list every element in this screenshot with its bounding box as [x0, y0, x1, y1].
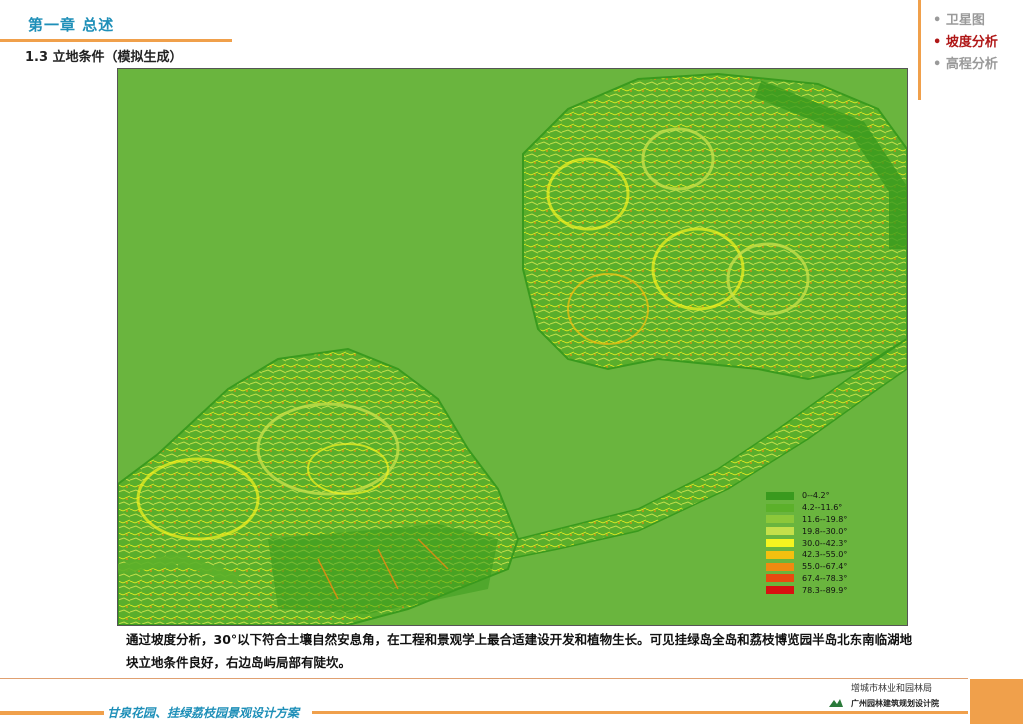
legend-swatch	[766, 539, 794, 548]
chapter-underline	[0, 39, 232, 42]
legend-swatch	[766, 527, 794, 536]
slope-legend: 0--4.2° 4.2--11.6° 11.6--19.8° 19.8--30.…	[766, 490, 847, 596]
legend-label: 55.0--67.4°	[802, 562, 848, 572]
legend-label: 78.3--89.9°	[802, 585, 848, 595]
footer-design-org: 广州园林建筑规划设计院	[851, 699, 939, 708]
legend-label: 67.4--78.3°	[802, 573, 848, 583]
legend-row: 4.2--11.6°	[766, 502, 847, 514]
legend-swatch	[766, 574, 794, 583]
legend-row: 30.0--42.3°	[766, 537, 847, 549]
slope-map: 0--4.2° 4.2--11.6° 11.6--19.8° 19.8--30.…	[117, 68, 908, 626]
legend-label: 19.8--30.0°	[802, 526, 848, 536]
legend-swatch	[766, 503, 794, 512]
footer-project-title: 甘泉花园、挂绿荔枝园景观设计方案	[107, 706, 300, 720]
footer-corner-block	[970, 679, 1023, 724]
analysis-caption: 通过坡度分析，30°以下符合土壤自然安息角，在工程和景观学上最合适建设开发和植物…	[126, 632, 913, 670]
legend-label: 0--4.2°	[802, 491, 830, 501]
legend-row: 55.0--67.4°	[766, 561, 847, 573]
legend-row: 11.6--19.8°	[766, 514, 847, 526]
side-nav: • 卫星图 • 坡度分析 • 高程分析	[933, 10, 1013, 76]
legend-swatch	[766, 515, 794, 524]
footer-accent-bar	[312, 711, 968, 714]
legend-row: 19.8--30.0°	[766, 525, 847, 537]
nav-divider	[918, 0, 921, 100]
nav-item-satellite[interactable]: • 卫星图	[933, 10, 1013, 32]
nav-item-slope[interactable]: • 坡度分析	[933, 32, 1013, 54]
section-title: 1.3 立地条件（模拟生成）	[25, 50, 183, 65]
legend-row: 42.3--55.0°	[766, 549, 847, 561]
legend-label: 11.6--19.8°	[802, 514, 848, 524]
footer-accent-left	[0, 711, 104, 715]
chapter-title: 第一章 总述	[28, 16, 115, 34]
legend-swatch	[766, 491, 794, 500]
legend-swatch	[766, 550, 794, 559]
legend-swatch	[766, 562, 794, 571]
legend-label: 42.3--55.0°	[802, 550, 848, 560]
nav-item-elevation[interactable]: • 高程分析	[933, 54, 1013, 76]
institute-logo-icon	[829, 699, 843, 707]
footer-divider	[0, 678, 968, 679]
legend-row: 78.3--89.9°	[766, 584, 847, 596]
legend-swatch	[766, 586, 794, 595]
legend-row: 0--4.2°	[766, 490, 847, 502]
footer-client-org: 增城市林业和园林局	[851, 684, 933, 694]
legend-label: 30.0--42.3°	[802, 538, 848, 548]
legend-label: 4.2--11.6°	[802, 503, 843, 513]
legend-row: 67.4--78.3°	[766, 573, 847, 585]
